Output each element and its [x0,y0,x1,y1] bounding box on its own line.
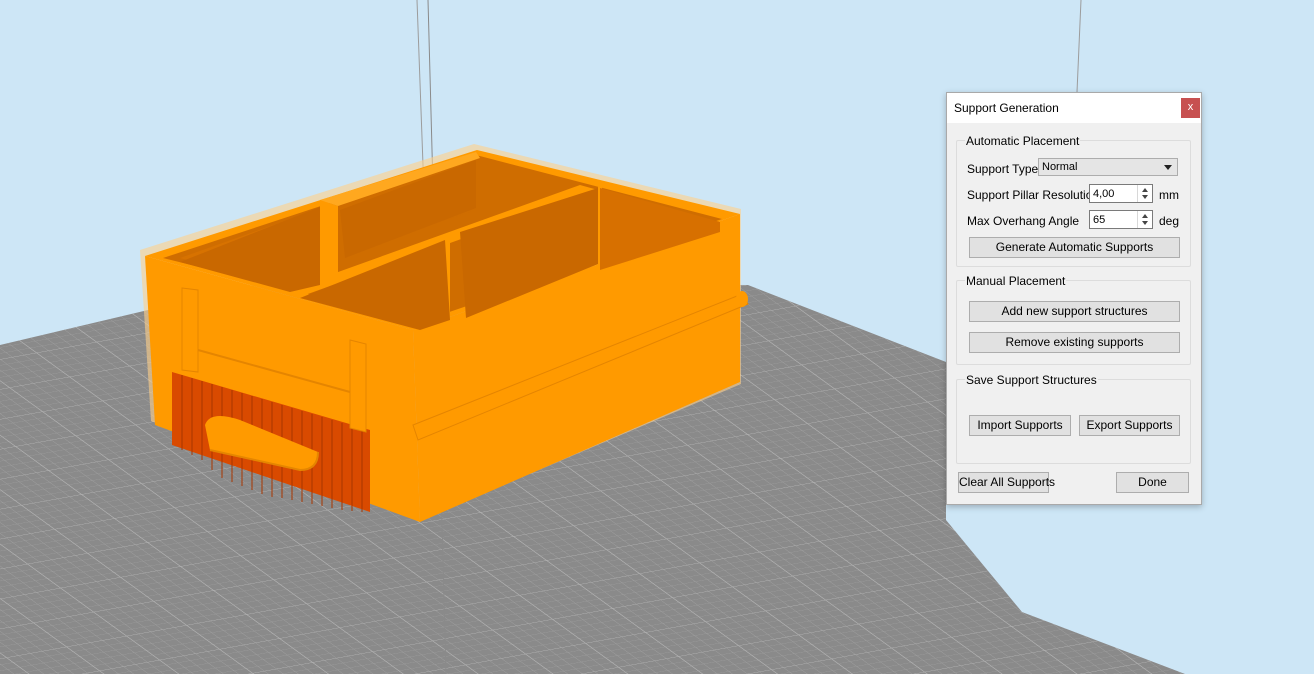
spin-down-icon[interactable] [1142,221,1148,225]
spin-up-icon[interactable] [1142,214,1148,218]
save-support-structures-label: Save Support Structures [965,373,1098,387]
spin-arrows[interactable] [1137,185,1152,202]
manual-placement-label: Manual Placement [965,274,1067,288]
close-button[interactable]: x [1181,98,1200,118]
spin-down-icon[interactable] [1142,195,1148,199]
export-supports-button[interactable]: Export Supports [1079,415,1180,436]
pillar-resolution-spinbox[interactable]: 4,00 [1089,184,1153,203]
automatic-placement-label: Automatic Placement [965,134,1081,148]
automatic-placement-group: Automatic Placement Support Type Normal … [956,134,1191,267]
support-type-label: Support Type [967,162,1039,176]
pillar-resolution-value: 4,00 [1093,188,1115,200]
overhang-angle-spinbox[interactable]: 65 [1089,210,1153,229]
dialog-title: Support Generation [954,101,1059,115]
done-button[interactable]: Done [1116,472,1189,493]
overhang-angle-value: 65 [1093,214,1106,226]
support-type-value: Normal [1042,161,1078,173]
support-generation-dialog: Support Generation x Automatic Placement… [946,92,1202,505]
save-support-structures-group: Save Support Structures Import Supports … [956,373,1191,464]
close-icon: x [1187,101,1194,113]
spin-up-icon[interactable] [1142,188,1148,192]
add-support-structures-button[interactable]: Add new support structures [969,301,1180,322]
clear-all-supports-button[interactable]: Clear All Supports [958,472,1055,493]
pillar-resolution-unit: mm [1159,188,1179,202]
import-supports-button[interactable]: Import Supports [969,415,1071,436]
chevron-down-icon [1164,165,1172,170]
generate-automatic-supports-button[interactable]: Generate Automatic Supports [969,237,1180,258]
remove-existing-supports-button[interactable]: Remove existing supports [969,332,1180,353]
spin-arrows[interactable] [1137,211,1152,228]
overhang-angle-unit: deg [1159,214,1180,228]
overhang-angle-label: Max Overhang Angle [967,214,1080,228]
dialog-titlebar[interactable]: Support Generation x [947,93,1201,123]
pillar-resolution-label: Support Pillar Resolution [967,188,1100,202]
support-type-select[interactable]: Normal [1038,158,1178,176]
manual-placement-group: Manual Placement Add new support structu… [956,274,1191,365]
